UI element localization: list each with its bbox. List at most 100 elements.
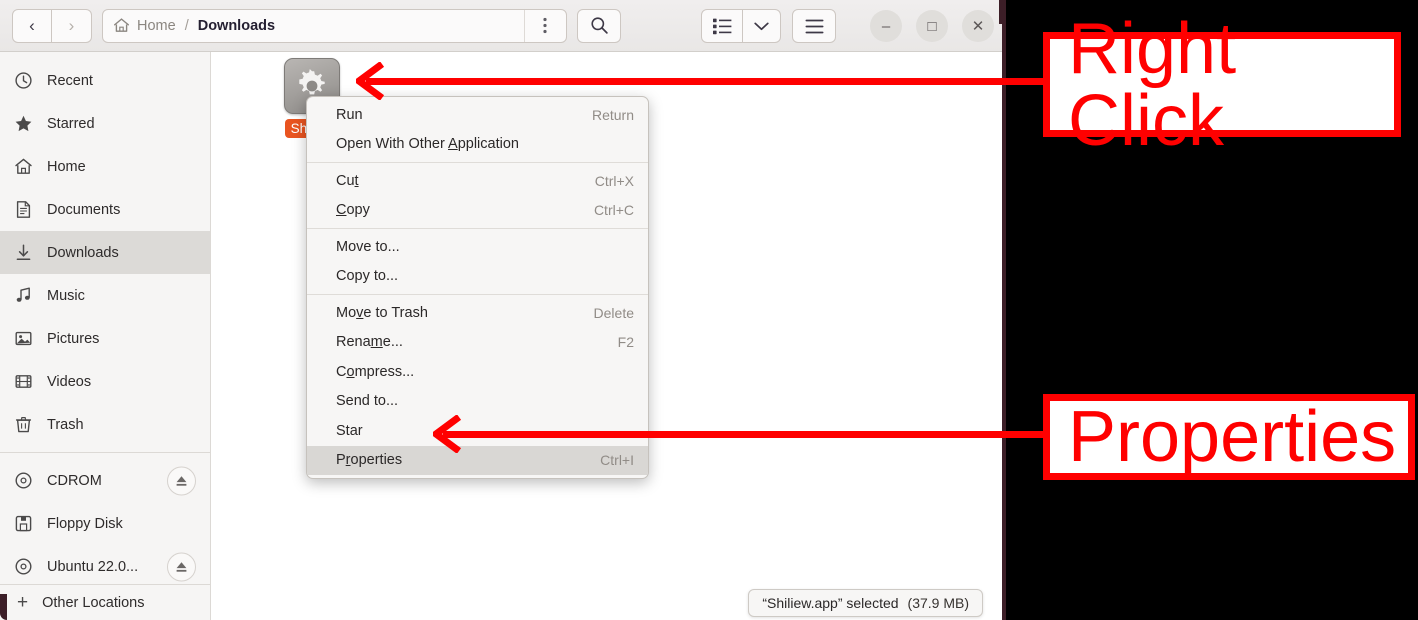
home-icon xyxy=(114,18,129,32)
sidebar-item-label: Music xyxy=(47,287,85,304)
picture-icon xyxy=(14,329,36,348)
sidebar-item-floppy-disk[interactable]: Floppy Disk xyxy=(0,502,210,545)
sidebar-item-ubuntu-22-0[interactable]: Ubuntu 22.0... xyxy=(0,545,210,588)
context-menu[interactable]: Run Return Open With Other Application C… xyxy=(306,96,649,479)
eject-button[interactable] xyxy=(167,466,196,495)
annotation-arrow-properties-line xyxy=(443,431,1046,438)
video-icon xyxy=(14,372,36,391)
sidebar-item-trash[interactable]: Trash xyxy=(0,403,210,446)
sidebar-item-label: CDROM xyxy=(47,472,102,489)
menu-item-copy-to[interactable]: Copy to... xyxy=(307,262,648,292)
sidebar-item-label: Pictures xyxy=(47,330,100,347)
menu-item-label: Move to Trash xyxy=(336,304,428,321)
hamburger-icon xyxy=(805,19,823,33)
list-view-button[interactable] xyxy=(701,9,743,43)
sidebar-item-label: Other Locations xyxy=(42,594,145,611)
menu-item-label: Copy xyxy=(336,202,370,219)
menu-item-compress[interactable]: Compress... xyxy=(307,357,648,387)
sidebar-item-label: Downloads xyxy=(47,244,119,261)
maximize-button[interactable]: □ xyxy=(916,10,948,42)
menu-item-label: Compress... xyxy=(336,363,415,380)
eject-button[interactable] xyxy=(167,552,196,581)
document-icon xyxy=(14,200,36,219)
menu-item-accelerator: Ctrl+I xyxy=(600,452,634,469)
minimize-button[interactable]: – xyxy=(870,10,902,42)
menu-item-rename[interactable]: Rename... F2 xyxy=(307,328,648,358)
menu-item-move-to[interactable]: Move to... xyxy=(307,232,648,262)
search-button[interactable] xyxy=(577,8,621,43)
sidebar-divider xyxy=(0,452,210,453)
music-icon xyxy=(14,286,36,305)
sidebar-item-label: Videos xyxy=(47,373,92,390)
menu-item-label: Properties xyxy=(336,452,403,469)
annotation-right-click: Right Click xyxy=(1043,13,1401,157)
status-selection-text: “Shiliew.app” selected xyxy=(762,595,899,611)
maximize-icon: □ xyxy=(927,17,937,35)
sidebar-item-label: Ubuntu 22.0... xyxy=(47,558,139,575)
menu-item-accelerator: Return xyxy=(591,106,634,123)
sidebar-item-cdrom[interactable]: CDROM xyxy=(0,459,210,502)
menu-item-properties[interactable]: Properties Ctrl+I xyxy=(307,445,648,475)
forward-button[interactable]: › xyxy=(52,8,92,43)
annotation-properties-label: Properties xyxy=(1068,397,1397,477)
menu-item-label: Copy to... xyxy=(336,268,399,285)
home-icon xyxy=(14,157,36,176)
sidebar-item-recent[interactable]: Recent xyxy=(0,59,210,102)
sidebar-item-other-locations[interactable]: + Other Locations xyxy=(0,584,210,620)
header-bar: ‹ › Home / Downloads – □ ✕ xyxy=(0,0,1002,52)
sidebar-item-downloads[interactable]: Downloads xyxy=(0,231,210,274)
sidebar-item-music[interactable]: Music xyxy=(0,274,210,317)
menu-item-run[interactable]: Run Return xyxy=(307,100,648,130)
sidebar-item-label: Documents xyxy=(47,201,121,218)
menu-item-cut[interactable]: Cut Ctrl+X xyxy=(307,166,648,196)
breadcrumb-home[interactable]: Home xyxy=(137,18,176,34)
annotation-arrow-right-click-line xyxy=(366,78,1046,85)
sidebar-item-pictures[interactable]: Pictures xyxy=(0,317,210,360)
disc-icon xyxy=(14,471,36,490)
window-edge-top-right xyxy=(999,0,1002,24)
menu-item-label: Rename... xyxy=(336,334,403,351)
annotation-right-click-label: Right Click xyxy=(1068,8,1237,161)
sidebar-item-home[interactable]: Home xyxy=(0,145,210,188)
menu-item-copy[interactable]: Copy Ctrl+C xyxy=(307,196,648,226)
menu-item-accelerator: Ctrl+X xyxy=(594,172,634,189)
sidebar-item-label: Floppy Disk xyxy=(47,515,123,532)
sidebar-devices-list: CDROM Floppy Disk Ubuntu 22.0... xyxy=(0,459,210,588)
trash-icon xyxy=(14,415,36,434)
menu-item-label: Move to... xyxy=(336,238,400,255)
disc-icon xyxy=(14,557,36,576)
close-icon: ✕ xyxy=(971,18,985,35)
floppy-icon xyxy=(14,514,36,533)
menu-item-move-to-trash[interactable]: Move to Trash Delete xyxy=(307,298,648,328)
chevron-down-icon xyxy=(754,22,769,30)
chevron-right-icon: › xyxy=(68,16,75,35)
sidebar-item-label: Home xyxy=(47,158,86,175)
menu-item-open-with-other-application[interactable]: Open With Other Application xyxy=(307,130,648,160)
main-menu-button[interactable] xyxy=(792,9,836,43)
status-size-text: (37.9 MB) xyxy=(907,595,969,611)
menu-separator xyxy=(307,294,648,295)
download-icon xyxy=(14,243,36,262)
search-icon xyxy=(590,17,608,34)
close-button[interactable]: ✕ xyxy=(962,10,994,42)
header-right-controls: – □ ✕ xyxy=(701,9,994,43)
view-options-button[interactable] xyxy=(524,9,564,42)
window-edge-left xyxy=(0,594,7,620)
status-bar: “Shiliew.app” selected (37.9 MB) xyxy=(748,589,983,617)
back-button[interactable]: ‹ xyxy=(12,8,52,43)
sidebar-item-starred[interactable]: Starred xyxy=(0,102,210,145)
menu-item-label: Run xyxy=(336,106,363,123)
list-view-icon xyxy=(712,18,731,34)
eject-icon xyxy=(176,475,187,486)
window-controls: – □ ✕ xyxy=(856,10,994,42)
menu-item-send-to[interactable]: Send to... xyxy=(307,387,648,417)
view-dropdown-button[interactable] xyxy=(743,9,781,43)
sidebar-item-videos[interactable]: Videos xyxy=(0,360,210,403)
sidebar-item-documents[interactable]: Documents xyxy=(0,188,210,231)
dots-vertical-icon xyxy=(542,17,547,34)
breadcrumb-current[interactable]: Downloads xyxy=(198,18,275,34)
navigation-buttons: ‹ › xyxy=(12,8,92,43)
menu-item-accelerator: Ctrl+C xyxy=(593,202,634,219)
breadcrumb[interactable]: Home / Downloads xyxy=(102,8,567,43)
sidebar-item-label: Starred xyxy=(47,115,95,132)
